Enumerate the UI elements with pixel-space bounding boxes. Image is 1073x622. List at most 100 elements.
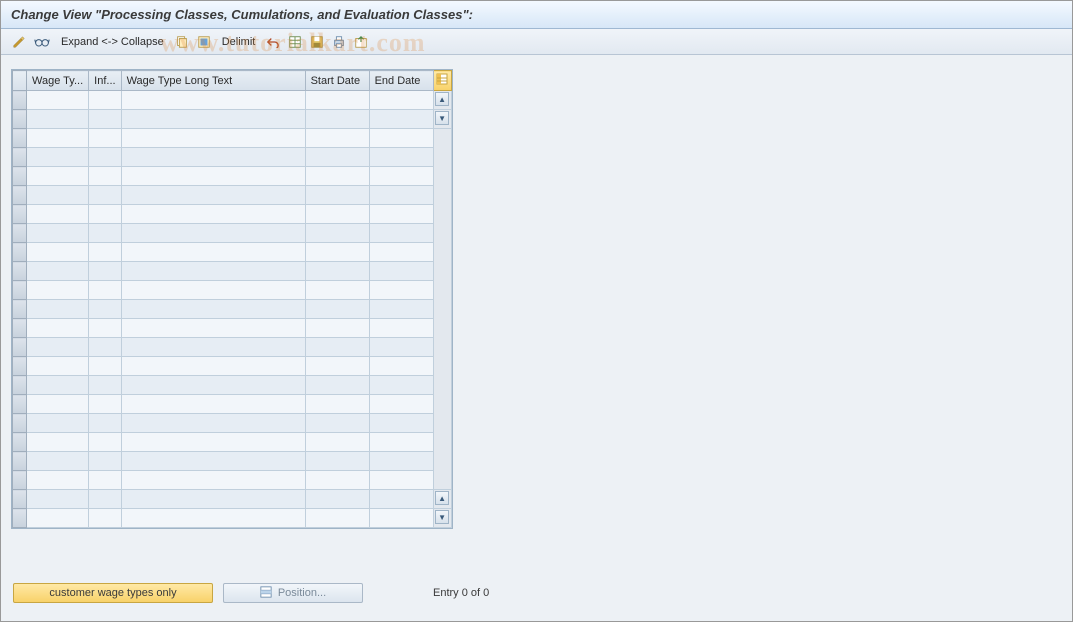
cell-end-date[interactable] — [369, 338, 433, 357]
row-selector[interactable] — [13, 357, 27, 376]
glasses-details-icon[interactable] — [31, 33, 53, 51]
cell-wage-type-long[interactable] — [121, 110, 305, 129]
cell-end-date[interactable] — [369, 262, 433, 281]
cell-wage-type[interactable] — [27, 357, 89, 376]
cell-info[interactable] — [89, 433, 121, 452]
row-selector[interactable] — [13, 262, 27, 281]
cell-start-date[interactable] — [305, 376, 369, 395]
cell-info[interactable] — [89, 338, 121, 357]
cell-info[interactable] — [89, 148, 121, 167]
cell-wage-type[interactable] — [27, 186, 89, 205]
cell-wage-type[interactable] — [27, 509, 89, 528]
cell-wage-type[interactable] — [27, 376, 89, 395]
cell-info[interactable] — [89, 471, 121, 490]
cell-wage-type[interactable] — [27, 110, 89, 129]
row-selector[interactable] — [13, 186, 27, 205]
expand-collapse-button[interactable]: Expand <-> Collapse — [55, 33, 170, 51]
cell-end-date[interactable] — [369, 148, 433, 167]
cell-wage-type-long[interactable] — [121, 471, 305, 490]
cell-info[interactable] — [89, 224, 121, 243]
cell-start-date[interactable] — [305, 509, 369, 528]
cell-wage-type[interactable] — [27, 129, 89, 148]
cell-info[interactable] — [89, 414, 121, 433]
cell-wage-type[interactable] — [27, 433, 89, 452]
cell-end-date[interactable] — [369, 205, 433, 224]
scroll-up-button[interactable]: ▲ — [435, 92, 449, 106]
copy-icon[interactable] — [172, 33, 192, 51]
cell-wage-type-long[interactable] — [121, 338, 305, 357]
cell-info[interactable] — [89, 490, 121, 509]
cell-end-date[interactable] — [369, 167, 433, 186]
cell-end-date[interactable] — [369, 471, 433, 490]
cell-start-date[interactable] — [305, 129, 369, 148]
cell-end-date[interactable] — [369, 129, 433, 148]
cell-start-date[interactable] — [305, 224, 369, 243]
cell-info[interactable] — [89, 167, 121, 186]
cell-end-date[interactable] — [369, 376, 433, 395]
cell-end-date[interactable] — [369, 110, 433, 129]
row-selector[interactable] — [13, 224, 27, 243]
cell-start-date[interactable] — [305, 357, 369, 376]
cell-wage-type[interactable] — [27, 452, 89, 471]
select-all-icon[interactable] — [194, 33, 214, 51]
cell-wage-type[interactable] — [27, 281, 89, 300]
cell-end-date[interactable] — [369, 490, 433, 509]
cell-end-date[interactable] — [369, 91, 433, 110]
cell-wage-type-long[interactable] — [121, 319, 305, 338]
save-icon[interactable] — [307, 33, 327, 51]
cell-info[interactable] — [89, 319, 121, 338]
cell-wage-type-long[interactable] — [121, 281, 305, 300]
row-selector[interactable] — [13, 129, 27, 148]
cell-info[interactable] — [89, 376, 121, 395]
cell-info[interactable] — [89, 357, 121, 376]
cell-start-date[interactable] — [305, 433, 369, 452]
cell-wage-type-long[interactable] — [121, 262, 305, 281]
cell-info[interactable] — [89, 129, 121, 148]
cell-start-date[interactable] — [305, 91, 369, 110]
cell-info[interactable] — [89, 186, 121, 205]
cell-wage-type[interactable] — [27, 224, 89, 243]
cell-wage-type-long[interactable] — [121, 224, 305, 243]
cell-wage-type[interactable] — [27, 205, 89, 224]
table-settings-icon[interactable] — [285, 33, 305, 51]
row-selector[interactable] — [13, 243, 27, 262]
cell-start-date[interactable] — [305, 186, 369, 205]
cell-wage-type[interactable] — [27, 414, 89, 433]
export-icon[interactable] — [351, 33, 371, 51]
cell-wage-type-long[interactable] — [121, 509, 305, 528]
cell-wage-type[interactable] — [27, 243, 89, 262]
cell-start-date[interactable] — [305, 471, 369, 490]
row-selector[interactable] — [13, 148, 27, 167]
col-start-date[interactable]: Start Date — [305, 71, 369, 91]
row-selector[interactable] — [13, 471, 27, 490]
cell-end-date[interactable] — [369, 243, 433, 262]
cell-wage-type[interactable] — [27, 319, 89, 338]
cell-wage-type-long[interactable] — [121, 433, 305, 452]
cell-wage-type-long[interactable] — [121, 129, 305, 148]
cell-end-date[interactable] — [369, 319, 433, 338]
cell-wage-type-long[interactable] — [121, 395, 305, 414]
cell-wage-type[interactable] — [27, 262, 89, 281]
cell-wage-type-long[interactable] — [121, 490, 305, 509]
cell-end-date[interactable] — [369, 186, 433, 205]
row-selector[interactable] — [13, 376, 27, 395]
cell-start-date[interactable] — [305, 167, 369, 186]
row-selector[interactable] — [13, 319, 27, 338]
cell-info[interactable] — [89, 205, 121, 224]
cell-end-date[interactable] — [369, 395, 433, 414]
row-selector[interactable] — [13, 395, 27, 414]
cell-info[interactable] — [89, 91, 121, 110]
row-selector[interactable] — [13, 509, 27, 528]
cell-start-date[interactable] — [305, 262, 369, 281]
cell-end-date[interactable] — [369, 300, 433, 319]
cell-info[interactable] — [89, 110, 121, 129]
cell-wage-type[interactable] — [27, 300, 89, 319]
cell-info[interactable] — [89, 281, 121, 300]
customer-wage-types-button[interactable]: customer wage types only — [13, 583, 213, 603]
cell-info[interactable] — [89, 452, 121, 471]
cell-start-date[interactable] — [305, 148, 369, 167]
row-selector[interactable] — [13, 167, 27, 186]
cell-wage-type[interactable] — [27, 338, 89, 357]
cell-wage-type[interactable] — [27, 395, 89, 414]
row-selector[interactable] — [13, 281, 27, 300]
